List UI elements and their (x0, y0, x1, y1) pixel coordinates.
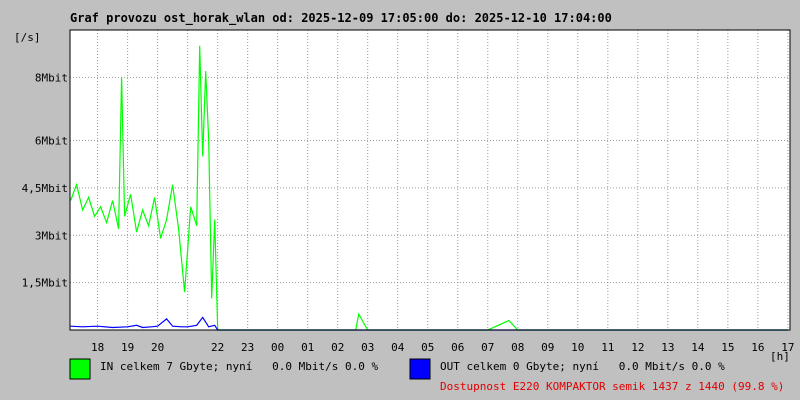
y-tick-label: 3Mbit (35, 229, 68, 242)
y-axis-label: [/s] (14, 31, 41, 44)
y-tick-label: 8Mbit (35, 71, 68, 84)
x-tick-label: 07 (481, 341, 494, 354)
x-tick-label: 10 (571, 341, 584, 354)
x-tick-label: 08 (511, 341, 524, 354)
x-tick-label: 19 (121, 341, 134, 354)
plot-area (70, 30, 790, 330)
legend-in-swatch (69, 358, 91, 380)
x-tick-label: 00 (271, 341, 284, 354)
y-ticks: 1,5Mbit 3Mbit 4,5Mbit 6Mbit 8Mbit (22, 71, 68, 289)
y-tick-label: 4,5Mbit (22, 182, 68, 195)
x-tick-label: 02 (331, 341, 344, 354)
x-ticks: 18 19 20 22 23 00 01 02 03 04 05 06 07 08 09 10 11 12 13 14… (91, 341, 795, 354)
x-tick-label: 09 (541, 341, 554, 354)
x-tick-label: 14 (691, 341, 705, 354)
x-tick-label: 11 (601, 341, 614, 354)
x-tick-label: 13 (661, 341, 674, 354)
y-tick-label: 1,5Mbit (22, 277, 68, 290)
x-tick-label: 15 (721, 341, 734, 354)
x-tick-label: 06 (451, 341, 464, 354)
availability-text: Dostupnost E220 KOMPAKTOR semik 1437 z 1… (440, 380, 784, 393)
x-tick-label: 05 (421, 341, 434, 354)
x-tick-label: 01 (301, 341, 314, 354)
x-tick-label: 20 (151, 341, 164, 354)
x-tick-label: 03 (361, 341, 374, 354)
legend-out-text: OUT celkem 0 Gbyte; nyní 0.0 Mbit/s 0.0 … (440, 360, 725, 373)
x-tick-label: 17 (781, 341, 794, 354)
x-tick-label: 04 (391, 341, 405, 354)
y-tick-label: 6Mbit (35, 135, 68, 148)
x-tick-label: 12 (631, 341, 644, 354)
x-tick-label: 23 (241, 341, 254, 354)
traffic-chart: Graf provozu ost_horak_wlan od: 2025-12-… (14, 11, 795, 393)
legend-out-swatch (409, 358, 431, 380)
chart-title: Graf provozu ost_horak_wlan od: 2025-12-… (70, 11, 612, 26)
x-tick-label: 16 (751, 341, 764, 354)
x-tick-label: 22 (211, 341, 224, 354)
x-tick-label: 18 (91, 341, 104, 354)
legend-in-text: IN celkem 7 Gbyte; nyní 0.0 Mbit/s 0.0 % (100, 360, 379, 373)
